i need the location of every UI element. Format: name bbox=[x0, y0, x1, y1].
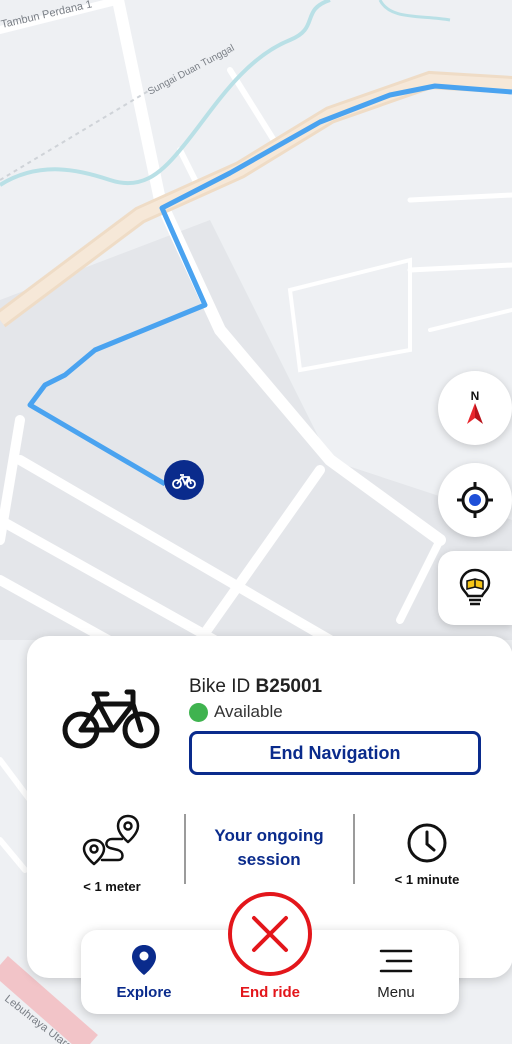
hamburger-menu-icon bbox=[379, 949, 413, 973]
tab-menu-label: Menu bbox=[377, 984, 415, 1001]
session-line-1: Your ongoing bbox=[214, 826, 324, 845]
compass-letter: N bbox=[471, 389, 480, 403]
crosshair-icon bbox=[457, 482, 493, 518]
tab-menu[interactable]: Menu bbox=[351, 930, 441, 1014]
bike-id-value: B25001 bbox=[255, 676, 323, 697]
stat-divider-right bbox=[353, 814, 355, 884]
bike-id: Bike ID B25001 bbox=[189, 676, 322, 698]
guide-button[interactable] bbox=[438, 551, 512, 625]
end-ride-button[interactable] bbox=[228, 892, 312, 976]
tab-end-ride-label: End ride bbox=[239, 984, 300, 1001]
tab-explore-label: Explore bbox=[116, 984, 172, 1001]
status-dot-icon bbox=[189, 702, 208, 722]
session-line-2: session bbox=[237, 850, 301, 869]
tab-explore[interactable]: Explore bbox=[99, 930, 189, 1014]
compass-icon: N bbox=[467, 389, 483, 424]
duration-value: < 1 minute bbox=[394, 872, 460, 887]
end-navigation-button[interactable]: End Navigation bbox=[189, 731, 481, 775]
bike-location-marker[interactable] bbox=[164, 460, 204, 500]
availability-status: Available bbox=[189, 702, 283, 722]
status-text: Available bbox=[214, 702, 283, 721]
lightbulb-book-icon bbox=[459, 568, 491, 606]
map-pin-icon bbox=[132, 945, 156, 975]
bicycle-icon bbox=[62, 689, 160, 749]
route-distance-icon bbox=[82, 814, 140, 866]
locate-me-button[interactable] bbox=[438, 463, 512, 537]
distance-value: < 1 meter bbox=[83, 879, 141, 894]
close-icon bbox=[252, 916, 288, 952]
clock-icon bbox=[407, 823, 447, 863]
stat-divider-left bbox=[184, 814, 186, 884]
ongoing-session-label: Your ongoing session bbox=[199, 824, 339, 872]
compass-button[interactable]: N bbox=[438, 371, 512, 445]
bike-id-label: Bike ID bbox=[189, 676, 251, 697]
